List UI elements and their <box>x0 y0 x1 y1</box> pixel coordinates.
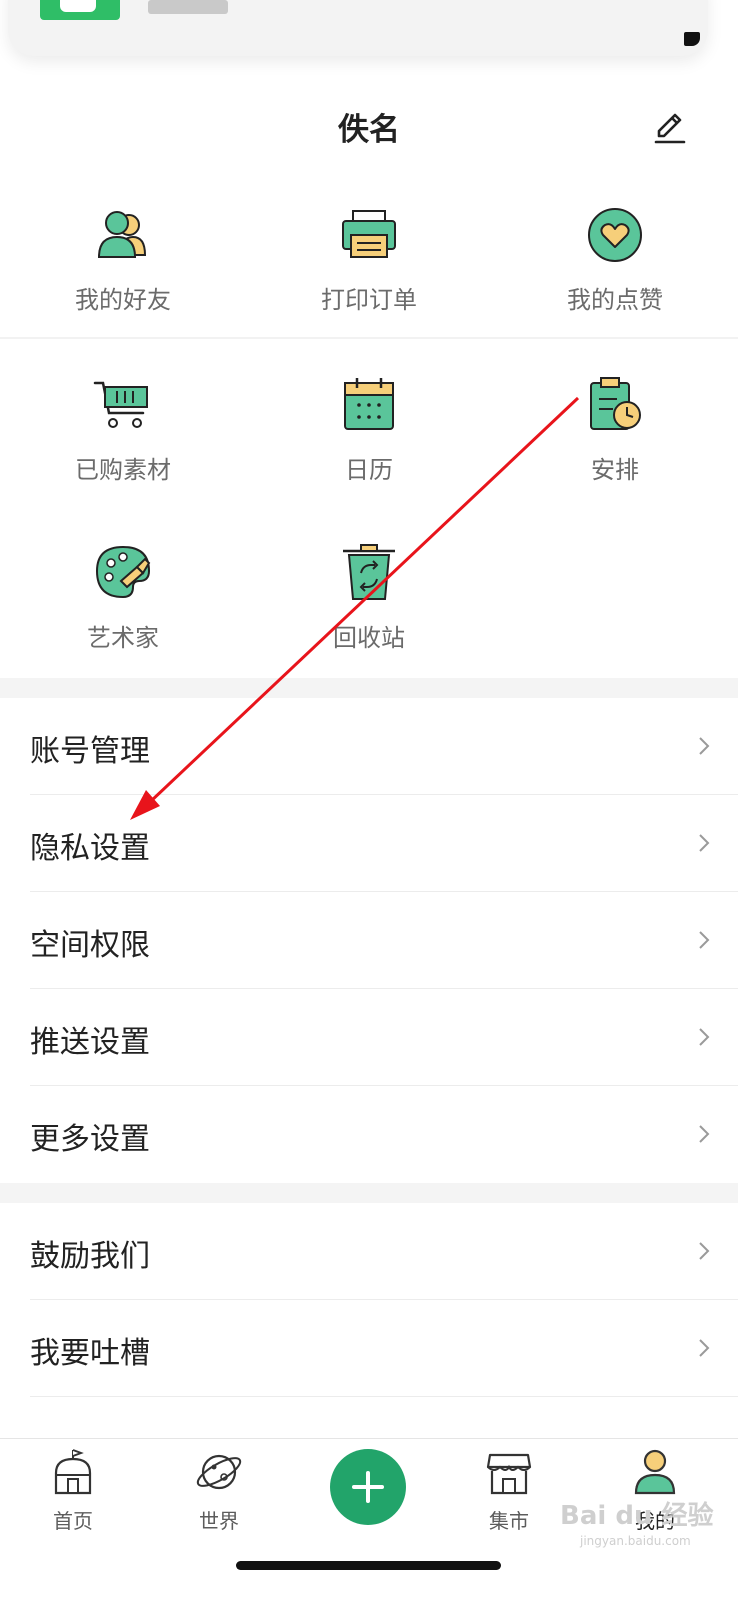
friends-icon <box>97 211 147 258</box>
printer-icon <box>342 210 396 258</box>
grid-label: 我的好友 <box>75 286 171 314</box>
grid-item-artist[interactable]: 艺术家 <box>0 533 246 673</box>
menu-item-account-management[interactable]: 账号管理 <box>0 698 738 795</box>
grid-item-schedule[interactable]: 安排 <box>492 365 738 505</box>
chevron-right-icon <box>699 931 710 949</box>
section-gap <box>0 1183 738 1203</box>
menu-label: 推送设置 <box>30 1025 150 1060</box>
menu-item-feedback[interactable]: 我要吐槽 <box>0 1300 738 1397</box>
menu-item-space-permissions[interactable]: 空间权限 <box>0 892 738 989</box>
chevron-right-icon <box>699 1125 710 1143</box>
menu-item-more-settings[interactable]: 更多设置 <box>0 1086 738 1183</box>
menu-item-push-settings[interactable]: 推送设置 <box>0 989 738 1086</box>
grid-item-friends[interactable]: 我的好友 <box>0 195 246 335</box>
home-indicator <box>236 1561 501 1570</box>
schedule-icon <box>590 377 641 430</box>
store-icon <box>486 1453 532 1495</box>
grid-item-print-orders[interactable]: 打印订单 <box>246 195 492 335</box>
menu-item-privacy-settings[interactable]: 隐私设置 <box>0 795 738 892</box>
chevron-right-icon <box>699 737 710 755</box>
chevron-right-icon <box>699 834 710 852</box>
notification-card[interactable] <box>8 0 708 56</box>
grid-label: 安排 <box>591 456 639 484</box>
menu-label: 空间权限 <box>30 928 150 963</box>
cart-icon <box>93 381 148 428</box>
grid-label: 日历 <box>345 456 393 484</box>
grid-item-purchased-materials[interactable]: 已购素材 <box>0 365 246 505</box>
tab-home[interactable]: 首页 <box>18 1447 128 1537</box>
menu-label: 账号管理 <box>30 734 150 769</box>
watermark-url: jingyan.baidu.com <box>580 1534 691 1548</box>
grid-label: 我的点赞 <box>567 286 663 314</box>
feedback-menu: 鼓励我们 我要吐槽 <box>0 1203 738 1397</box>
divider <box>30 1396 738 1397</box>
tab-market[interactable]: 集市 <box>454 1447 564 1537</box>
menu-label: 隐私设置 <box>30 831 150 866</box>
profile-nickname: 佚名 <box>338 112 400 148</box>
menu-label: 我要吐槽 <box>30 1336 150 1371</box>
grid-label: 回收站 <box>333 624 405 652</box>
planet-icon <box>196 1454 242 1490</box>
palette-icon <box>95 545 151 599</box>
settings-menu: 账号管理 隐私设置 空间权限 推送设置 更多设置 <box>0 698 738 1183</box>
recycle-bin-icon <box>343 544 395 600</box>
tab-label: 世界 <box>199 1509 239 1533</box>
watermark-logo: Bai du 经验 <box>560 1501 714 1531</box>
grid-item-recycle-bin[interactable]: 回收站 <box>246 533 492 673</box>
grid-item-calendar[interactable]: 日历 <box>246 365 492 505</box>
menu-label: 鼓励我们 <box>30 1239 150 1274</box>
menu-label: 更多设置 <box>30 1122 150 1157</box>
calendar-icon <box>344 378 394 430</box>
tab-label: 集市 <box>489 1509 529 1533</box>
grid-divider <box>0 337 738 339</box>
section-gap <box>0 678 738 698</box>
home-icon <box>54 1449 92 1495</box>
grid-label: 打印订单 <box>321 286 417 314</box>
tab-label: 首页 <box>53 1509 93 1533</box>
tab-world[interactable]: 世界 <box>164 1447 274 1537</box>
app-icon <box>40 0 120 20</box>
grid-label: 已购素材 <box>75 456 171 484</box>
blurred-app-name <box>148 0 228 14</box>
card-corner <box>684 32 700 46</box>
profile-icon <box>634 1449 676 1495</box>
grid-label: 艺术家 <box>87 624 159 652</box>
edit-icon[interactable] <box>650 108 690 148</box>
heart-icon <box>588 208 642 262</box>
create-plus-button[interactable] <box>330 1449 406 1525</box>
chevron-right-icon <box>699 1339 710 1357</box>
chevron-right-icon <box>699 1028 710 1046</box>
chevron-right-icon <box>699 1242 710 1260</box>
grid-item-my-likes[interactable]: 我的点赞 <box>492 195 738 335</box>
menu-item-encourage-us[interactable]: 鼓励我们 <box>0 1203 738 1300</box>
